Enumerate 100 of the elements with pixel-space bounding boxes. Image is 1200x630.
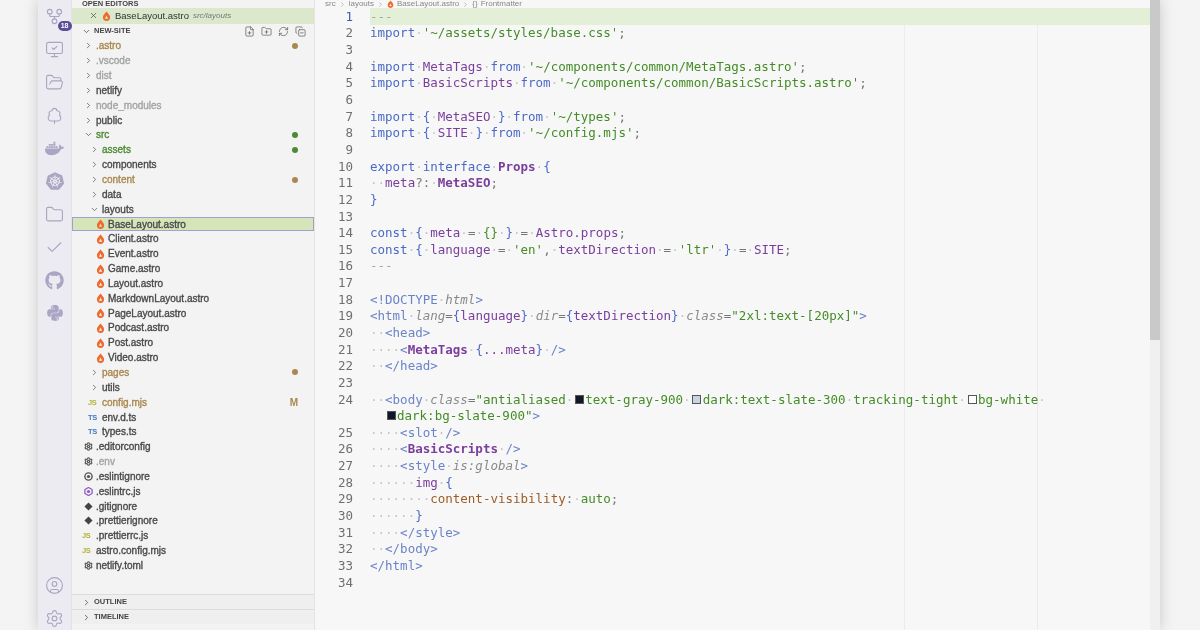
breadcrumb-item[interactable]: src bbox=[325, 0, 336, 8]
code-token: ······ bbox=[370, 474, 416, 490]
file-item[interactable]: .eslintrc.js bbox=[72, 483, 314, 499]
file-item[interactable]: Video.astro bbox=[72, 350, 314, 366]
braces-icon: {} bbox=[472, 0, 478, 8]
flame-icon bbox=[96, 233, 105, 244]
file-item[interactable]: Game.astro bbox=[72, 261, 314, 276]
code-token: {} bbox=[482, 225, 498, 241]
file-item[interactable]: .editorconfig bbox=[72, 439, 314, 455]
code-token: } bbox=[520, 308, 529, 324]
file-item[interactable]: netlify.toml bbox=[72, 558, 314, 573]
file-item[interactable]: BaseLayout.astro bbox=[72, 216, 314, 232]
new-folder-icon[interactable] bbox=[261, 25, 272, 37]
folder-icon[interactable] bbox=[44, 72, 65, 92]
gear-icon bbox=[84, 560, 93, 570]
code-token: { bbox=[452, 308, 461, 324]
code-token: ; bbox=[618, 225, 626, 241]
monitor-icon[interactable] bbox=[44, 39, 65, 59]
code-token: · bbox=[573, 491, 581, 507]
cat-icon[interactable] bbox=[44, 270, 65, 290]
code-token: content-visibility bbox=[430, 491, 566, 507]
file-item[interactable]: .eslintignore bbox=[72, 468, 314, 484]
code-token: MetaTags bbox=[407, 341, 468, 357]
code-token: · bbox=[505, 241, 514, 257]
code-token: , bbox=[543, 241, 551, 257]
file-item[interactable]: Event.astro bbox=[72, 246, 314, 262]
chevron-right-icon[interactable] bbox=[82, 612, 91, 622]
open-editor-item[interactable]: BaseLayout.astro src/layouts bbox=[72, 8, 314, 24]
flame-icon bbox=[96, 293, 105, 304]
folder-item[interactable]: assets bbox=[72, 142, 314, 158]
close-icon[interactable] bbox=[89, 11, 98, 21]
folder-item[interactable]: components bbox=[72, 157, 314, 173]
file-item[interactable]: .prettierignore bbox=[72, 513, 314, 529]
code-token: from bbox=[513, 108, 544, 124]
line-number: 23 bbox=[336, 374, 353, 390]
folder-item[interactable]: public bbox=[72, 112, 314, 128]
collapse-icon[interactable] bbox=[295, 25, 306, 37]
code-token: > bbox=[859, 308, 867, 324]
refresh-icon[interactable] bbox=[278, 25, 289, 37]
folder-icon[interactable] bbox=[44, 204, 65, 224]
code-token: BasicScripts bbox=[407, 441, 498, 457]
code-token: { bbox=[565, 308, 574, 324]
line-number: 22 bbox=[336, 358, 353, 374]
code-token: Astro.props bbox=[535, 225, 619, 241]
file-name: dist bbox=[96, 70, 112, 82]
breadcrumb-item[interactable]: BaseLayout.astro bbox=[397, 0, 460, 8]
line-number: 4 bbox=[344, 58, 353, 74]
file-name: astro.config.mjs bbox=[96, 545, 167, 557]
file-item[interactable]: Layout.astro bbox=[72, 276, 314, 291]
snakes-icon[interactable] bbox=[44, 303, 65, 323]
account-icon[interactable] bbox=[44, 575, 65, 595]
scrollbar[interactable] bbox=[1150, 0, 1160, 630]
code-token: · bbox=[430, 125, 438, 141]
code-token: ···· bbox=[370, 441, 401, 457]
code-token: = bbox=[445, 308, 453, 324]
folder-item[interactable]: netlify bbox=[72, 83, 314, 98]
line-number: 18 bbox=[336, 291, 353, 307]
settings-icon[interactable] bbox=[44, 608, 65, 628]
folder-item[interactable]: pages bbox=[72, 365, 314, 380]
breadcrumb-item[interactable]: Frontmatter bbox=[480, 0, 522, 8]
helm-wheel-icon[interactable] bbox=[44, 171, 65, 191]
code-token: · bbox=[407, 308, 416, 324]
code-token: = bbox=[663, 241, 672, 257]
code-token: <body bbox=[385, 391, 423, 407]
code-token: </html> bbox=[370, 557, 423, 573]
code-token: · bbox=[543, 341, 551, 357]
file-item[interactable]: MarkdownLayout.astro bbox=[72, 290, 314, 306]
file-item[interactable]: Post.astro bbox=[72, 335, 314, 351]
code-token: meta bbox=[430, 225, 461, 241]
scrollbar-thumb[interactable] bbox=[1150, 0, 1160, 340]
code-token: } bbox=[723, 241, 732, 257]
breadcrumb-item[interactable]: layouts bbox=[348, 0, 375, 8]
chevron-right-icon[interactable] bbox=[82, 597, 91, 607]
new-file-icon[interactable] bbox=[244, 25, 255, 37]
code-token: BasicScripts bbox=[422, 75, 513, 91]
folder-item[interactable]: content bbox=[72, 172, 314, 187]
file-name: .eslintrc.js bbox=[96, 485, 141, 497]
folder-item[interactable]: data bbox=[72, 186, 314, 202]
code-token: <slot bbox=[400, 424, 438, 440]
code-token: { bbox=[415, 241, 423, 257]
code-token: ···· bbox=[370, 458, 401, 474]
code-token: class bbox=[686, 308, 724, 324]
folder-item[interactable]: layouts bbox=[72, 201, 314, 217]
flame-icon bbox=[96, 248, 105, 259]
code-token: } bbox=[505, 225, 514, 241]
line-number: 33 bbox=[336, 557, 353, 573]
code-token: · bbox=[498, 225, 506, 241]
line-number: 20 bbox=[336, 325, 353, 340]
file-name: data bbox=[102, 188, 122, 200]
code-token: '~/assets/styles/base.css' bbox=[422, 25, 619, 41]
code-token: ·· bbox=[370, 391, 386, 407]
file-item[interactable]: Client.astro bbox=[72, 231, 314, 247]
folder-item[interactable]: .astro bbox=[72, 38, 314, 54]
file-item[interactable]: PageLayout.astro bbox=[72, 305, 314, 321]
folder-item[interactable]: src bbox=[72, 127, 314, 143]
code-token: · bbox=[422, 225, 431, 241]
file-item[interactable]: .gitignore bbox=[72, 498, 314, 514]
line-number: 31 bbox=[336, 524, 353, 540]
folder-item[interactable]: utils bbox=[72, 379, 314, 395]
file-item[interactable]: Podcast.astro bbox=[72, 320, 314, 336]
